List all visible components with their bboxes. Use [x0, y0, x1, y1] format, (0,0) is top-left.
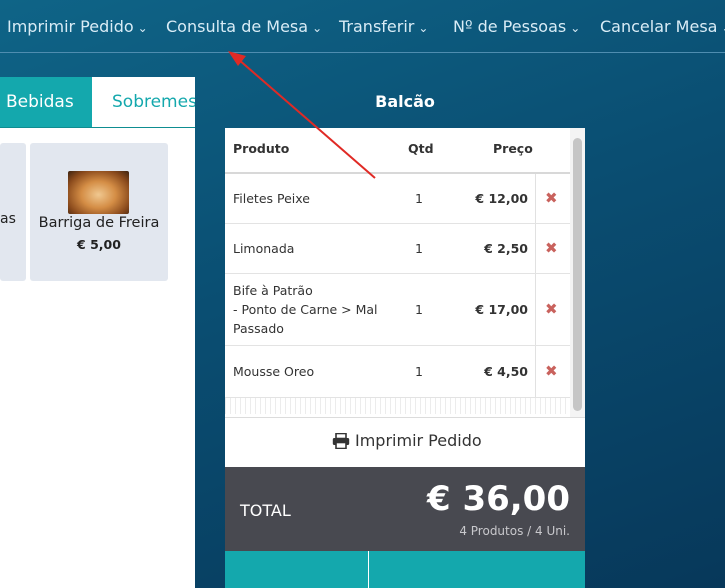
order-item-qty: 1: [415, 241, 423, 256]
order-item-price: € 17,00: [475, 302, 528, 317]
top-nav: Imprimir Pedido ⌄ Consulta de Mesa ⌄ Trans…: [0, 0, 725, 53]
order-item-name: Filetes Peixe: [233, 191, 310, 206]
column-header-qty: Qtd: [408, 141, 434, 156]
order-item-modifier: Passado: [233, 321, 284, 336]
nav-imprimir-pedido[interactable]: Imprimir Pedido ⌄: [7, 17, 148, 36]
order-item-name: Bife à Patrão: [233, 283, 313, 298]
action-button-left[interactable]: [225, 551, 368, 588]
tab-divider: [0, 127, 195, 128]
chevron-down-icon: ⌄: [312, 21, 323, 35]
nav-numero-pessoas[interactable]: Nº de Pessoas ⌄: [453, 17, 580, 36]
product-card-partial[interactable]: as: [0, 143, 26, 281]
column-header-product: Produto: [233, 141, 290, 156]
nav-cancelar-mesa-label: Cancelar Mesa: [600, 17, 718, 36]
chevron-down-icon: ⌄: [137, 21, 148, 35]
nav-numero-pessoas-label: Nº de Pessoas: [453, 17, 567, 36]
remove-icon[interactable]: ✖: [545, 300, 558, 318]
order-item-price: € 12,00: [475, 191, 528, 206]
order-item-qty: 1: [415, 191, 423, 206]
order-item-name: Mousse Oreo: [233, 364, 315, 379]
remove-icon[interactable]: ✖: [545, 239, 558, 257]
order-item-qty: 1: [415, 302, 423, 317]
nav-imprimir-pedido-label: Imprimir Pedido: [7, 17, 134, 36]
total-label: TOTAL: [240, 501, 291, 520]
product-name: Barriga de Freira: [38, 215, 160, 231]
total-value: € 36,00: [426, 479, 570, 519]
tab-sobremesas[interactable]: Sobremesas: [92, 77, 195, 127]
product-price: € 5,00: [77, 237, 121, 252]
product-name: as: [0, 211, 16, 227]
printer-icon: [332, 432, 350, 449]
order-item-price: € 2,50: [484, 241, 528, 256]
order-item-name: Limonada: [233, 241, 295, 256]
nav-transferir[interactable]: Transferir ⌄: [339, 17, 428, 36]
order-row[interactable]: Filetes Peixe 1 € 12,00 ✖: [225, 174, 570, 224]
remove-icon[interactable]: ✖: [545, 189, 558, 207]
remove-icon[interactable]: ✖: [545, 362, 558, 380]
arrow-head: [228, 51, 246, 66]
print-order-row: Imprimir Pedido: [225, 417, 585, 468]
order-title: Balcão: [375, 92, 435, 111]
column-header-price: Preço: [493, 141, 533, 156]
list-fade: [225, 398, 570, 414]
tab-bebidas[interactable]: Bebidas: [0, 77, 92, 127]
order-panel: Produto Qtd Preço Filetes Peixe 1 € 12,0…: [225, 128, 585, 588]
action-button-right[interactable]: [369, 551, 585, 588]
total-bar: TOTAL € 36,00 4 Produtos / 4 Uni.: [225, 467, 585, 551]
order-item-price: € 4,50: [484, 364, 528, 379]
chevron-down-icon: ⌄: [418, 21, 429, 35]
dessert-photo: [68, 171, 129, 214]
product-card-barriga-de-freira[interactable]: Barriga de Freira € 5,00: [30, 143, 168, 281]
order-row[interactable]: Bife à Patrão - Ponto de Carne > Mal Pas…: [225, 274, 570, 346]
total-summary: 4 Produtos / 4 Uni.: [459, 524, 570, 538]
order-row[interactable]: Limonada 1 € 2,50 ✖: [225, 224, 570, 274]
nav-consulta-de-mesa-label: Consulta de Mesa: [166, 17, 309, 36]
print-order-label: Imprimir Pedido: [355, 431, 482, 450]
nav-cancelar-mesa[interactable]: Cancelar Mesa⌄: [600, 17, 725, 36]
order-item-modifier: - Ponto de Carne > Mal: [233, 302, 378, 317]
chevron-down-icon: ⌄: [570, 21, 581, 35]
nav-transferir-label: Transferir: [339, 17, 415, 36]
order-row[interactable]: Mousse Oreo 1 € 4,50 ✖: [225, 346, 570, 398]
order-item-qty: 1: [415, 364, 423, 379]
nav-consulta-de-mesa[interactable]: Consulta de Mesa ⌄: [166, 17, 322, 36]
chevron-down-icon: ⌄: [721, 21, 725, 35]
scrollbar-thumb[interactable]: [573, 138, 582, 411]
print-order-button[interactable]: Imprimir Pedido: [332, 431, 482, 450]
